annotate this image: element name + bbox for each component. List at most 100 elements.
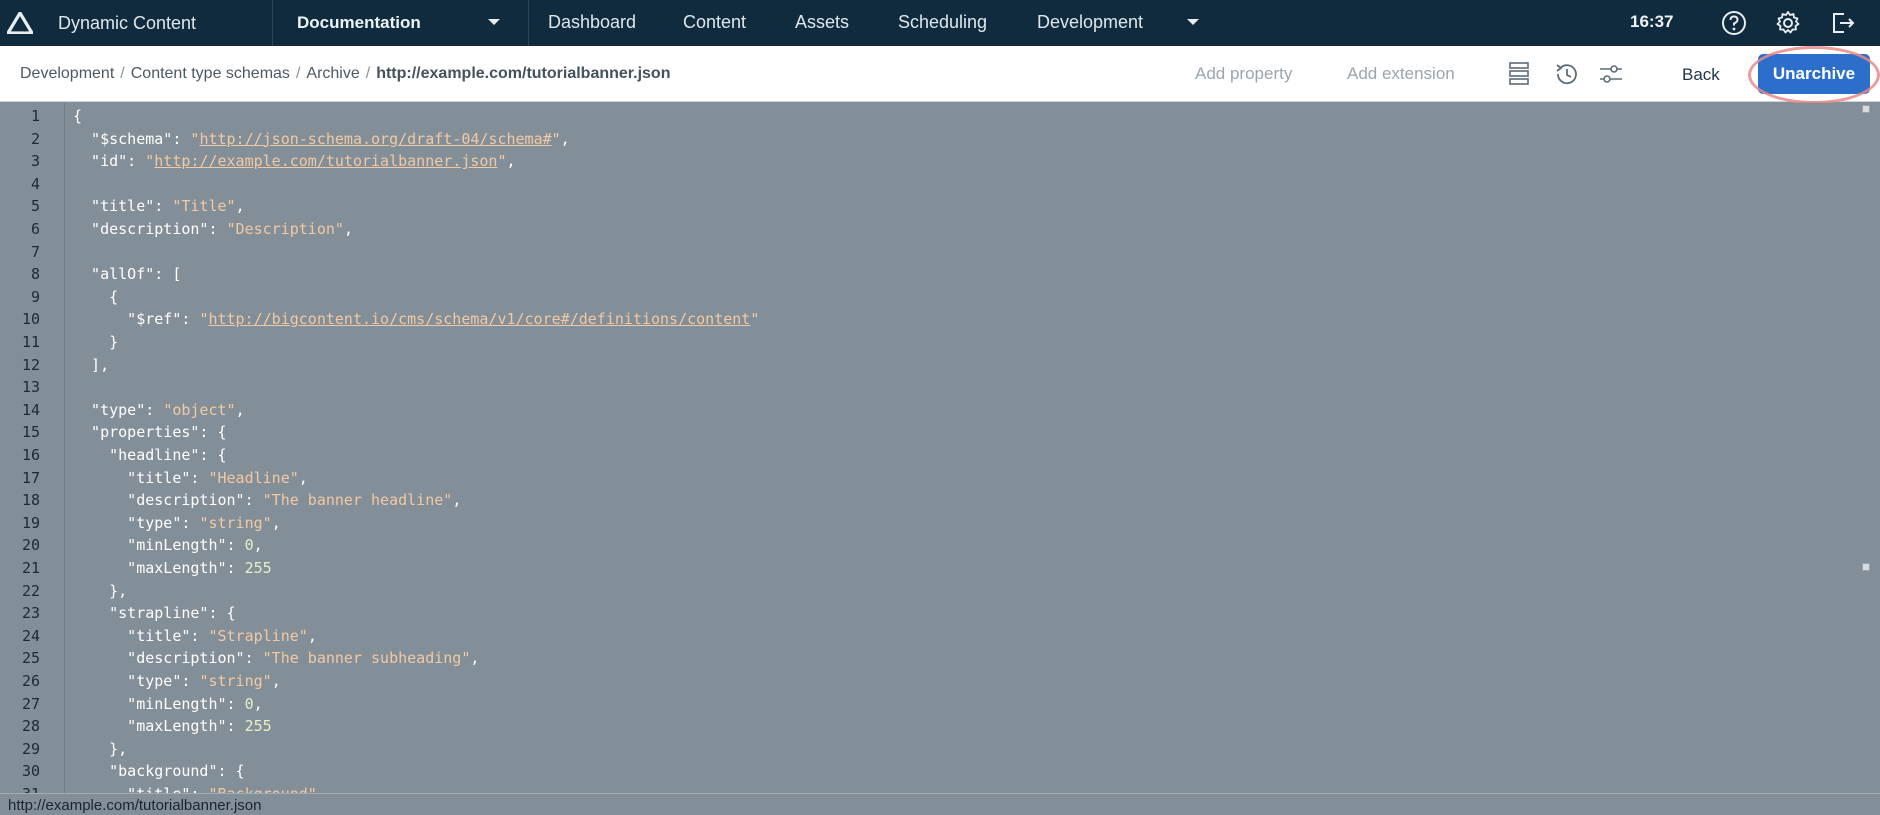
- gear-icon[interactable]: [1774, 9, 1802, 37]
- line-number: 17: [21, 468, 40, 487]
- code-text[interactable]: "description": "The banner headline",: [73, 489, 461, 512]
- nav-development[interactable]: Development: [1037, 12, 1143, 33]
- code-text[interactable]: "maxLength": 255: [73, 557, 272, 580]
- code-text[interactable]: }: [73, 331, 118, 354]
- code-line[interactable]: 17 "title": "Headline",: [0, 467, 1880, 490]
- code-text[interactable]: "properties": {: [73, 421, 226, 444]
- back-button[interactable]: Back: [1682, 65, 1720, 85]
- app-logo-icon[interactable]: [0, 0, 40, 46]
- code-text[interactable]: "minLength": 0,: [73, 534, 262, 557]
- code-line[interactable]: 26 "type": "string",: [0, 670, 1880, 693]
- code-text[interactable]: "headline": {: [73, 444, 226, 467]
- breadcrumb-content-type-schemas[interactable]: Content type schemas: [131, 65, 290, 83]
- code-line[interactable]: 27 "minLength": 0,: [0, 693, 1880, 716]
- nav-scheduling[interactable]: Scheduling: [898, 12, 987, 33]
- chevron-down-icon[interactable]: [1186, 17, 1200, 27]
- code-line[interactable]: 11 }: [0, 331, 1880, 354]
- breadcrumb-development[interactable]: Development: [20, 65, 114, 83]
- code-line[interactable]: 10 "$ref": "http://bigcontent.io/cms/sch…: [0, 308, 1880, 331]
- code-line[interactable]: 12 ],: [0, 354, 1880, 377]
- code-text[interactable]: {: [73, 105, 82, 128]
- line-number: 21: [21, 559, 40, 577]
- code-text[interactable]: "type": "string",: [73, 670, 281, 693]
- code-text[interactable]: "minLength": 0,: [73, 693, 262, 716]
- code-line[interactable]: 1{: [0, 105, 1880, 128]
- code-text[interactable]: "type": "string",: [73, 512, 281, 535]
- code-text[interactable]: "id": "http://example.com/tutorialbanner…: [73, 150, 515, 173]
- add-property-button[interactable]: Add property: [1195, 64, 1292, 84]
- hub-selector[interactable]: Documentation: [273, 0, 528, 46]
- logout-icon[interactable]: [1828, 9, 1856, 37]
- code-text[interactable]: "strapline": {: [73, 602, 235, 625]
- code-text[interactable]: "description": "The banner subheading",: [73, 647, 479, 670]
- code-line[interactable]: 5 "title": "Title",: [0, 195, 1880, 218]
- code-line[interactable]: 29 },: [0, 738, 1880, 761]
- line-number: 16: [21, 446, 40, 464]
- history-icon[interactable]: [1552, 60, 1580, 88]
- line-number: 27: [21, 694, 40, 713]
- code-line[interactable]: 7: [0, 241, 1880, 264]
- unarchive-button[interactable]: Unarchive: [1758, 54, 1870, 94]
- code-line[interactable]: 4: [0, 173, 1880, 196]
- code-text[interactable]: "background": {: [73, 760, 244, 783]
- code-line[interactable]: 3 "id": "http://example.com/tutorialbann…: [0, 150, 1880, 173]
- code-text[interactable]: "description": "Description",: [73, 218, 353, 241]
- list-view-icon[interactable]: [1505, 60, 1533, 88]
- code-line[interactable]: 28 "maxLength": 255: [0, 715, 1880, 738]
- breadcrumb-current: http://example.com/tutorialbanner.json: [376, 65, 671, 82]
- code-line[interactable]: 21 "maxLength": 255: [0, 557, 1880, 580]
- code-line[interactable]: 31 "title": "Background",: [0, 783, 1880, 793]
- code-text[interactable]: "type": "object",: [73, 399, 245, 422]
- code-text[interactable]: "allOf": [: [73, 263, 181, 286]
- code-text[interactable]: ],: [73, 354, 109, 377]
- code-text[interactable]: "$schema": "http://json-schema.org/draft…: [73, 128, 570, 151]
- code-text[interactable]: },: [73, 580, 127, 603]
- nav-content[interactable]: Content: [683, 12, 746, 33]
- code-line[interactable]: 2 "$schema": "http://json-schema.org/dra…: [0, 128, 1880, 151]
- code-line[interactable]: 8 "allOf": [: [0, 263, 1880, 286]
- code-text[interactable]: "title": "Strapline",: [73, 625, 317, 648]
- code-line[interactable]: 14 "type": "object",: [0, 399, 1880, 422]
- line-number: 2: [30, 129, 40, 148]
- line-number: 24: [21, 626, 40, 645]
- code-line[interactable]: 18 "description": "The banner headline",: [0, 489, 1880, 512]
- code-line[interactable]: 30 "background": {: [0, 760, 1880, 783]
- code-line[interactable]: 23 "strapline": {: [0, 602, 1880, 625]
- line-number: 9: [30, 287, 40, 306]
- line-number: 18: [21, 491, 40, 510]
- code-text[interactable]: "title": "Headline",: [73, 467, 308, 490]
- code-line[interactable]: 15 "properties": {: [0, 421, 1880, 444]
- code-line[interactable]: 22 },: [0, 580, 1880, 603]
- code-line[interactable]: 13: [0, 376, 1880, 399]
- line-number: 3: [30, 152, 40, 171]
- help-icon[interactable]: [1720, 9, 1748, 37]
- code-line[interactable]: 9 {: [0, 286, 1880, 309]
- code-line[interactable]: 25 "description": "The banner subheading…: [0, 647, 1880, 670]
- line-number: 4: [30, 174, 40, 193]
- scrollbar-marker[interactable]: [1862, 105, 1870, 113]
- nav-dashboard[interactable]: Dashboard: [548, 12, 636, 33]
- line-number: 12: [21, 355, 40, 374]
- line-number: 26: [21, 672, 40, 690]
- code-text[interactable]: },: [73, 738, 127, 761]
- code-line[interactable]: 24 "title": "Strapline",: [0, 625, 1880, 648]
- scrollbar-marker[interactable]: [1862, 563, 1870, 571]
- add-extension-button[interactable]: Add extension: [1347, 64, 1455, 84]
- breadcrumb-archive[interactable]: Archive: [306, 65, 359, 83]
- hub-name: Documentation: [297, 13, 421, 32]
- code-line[interactable]: 16 "headline": {: [0, 444, 1880, 467]
- app-name: Dynamic Content: [58, 12, 197, 33]
- line-number: 8: [30, 265, 40, 284]
- breadcrumb-separator: /: [295, 65, 301, 82]
- code-text[interactable]: "title": "Background",: [73, 783, 326, 793]
- settings-sliders-icon[interactable]: [1597, 60, 1625, 88]
- json-schema-editor[interactable]: 1{2 "$schema": "http://json-schema.org/d…: [0, 103, 1880, 793]
- code-line[interactable]: 6 "description": "Description",: [0, 218, 1880, 241]
- code-text[interactable]: "title": "Title",: [73, 195, 245, 218]
- code-text[interactable]: "maxLength": 255: [73, 715, 272, 738]
- code-line[interactable]: 19 "type": "string",: [0, 512, 1880, 535]
- code-line[interactable]: 20 "minLength": 0,: [0, 534, 1880, 557]
- code-text[interactable]: "$ref": "http://bigcontent.io/cms/schema…: [73, 308, 759, 331]
- nav-assets[interactable]: Assets: [795, 12, 849, 33]
- code-text[interactable]: {: [73, 286, 118, 309]
